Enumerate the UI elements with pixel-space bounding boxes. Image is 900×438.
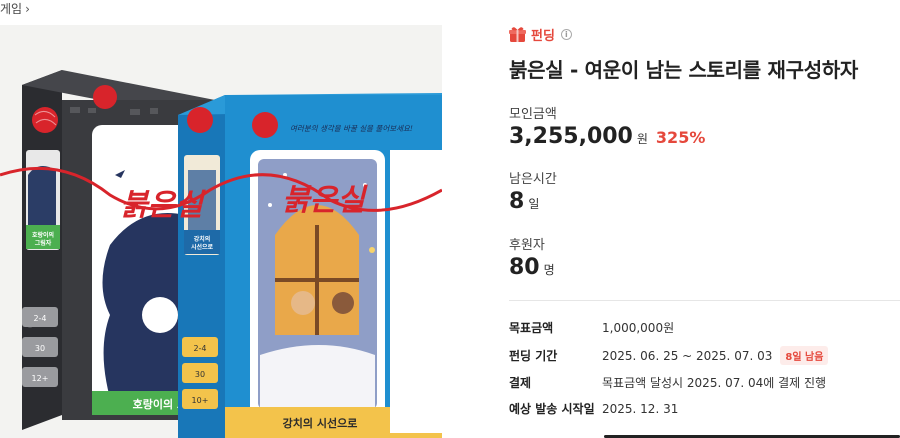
info-icon[interactable]: i xyxy=(560,29,572,40)
left-spine-tags: 2-4 30 12+ xyxy=(22,307,58,387)
box-title-art-right: 붉은실 xyxy=(282,183,368,218)
svg-text:그림자: 그림자 xyxy=(35,239,52,247)
raised-unit: 원 xyxy=(636,132,648,146)
product-image[interactable]: 호랑이의 그림자 2-4 30 12+ 호랑이의 그림자 강치의 시선으로 2-… xyxy=(0,25,442,438)
svg-text:30: 30 xyxy=(35,344,45,353)
detail-row-shipping: 예상 발송 시작일 2025. 12. 31 xyxy=(509,400,678,417)
box-title-art-left: 붉은실 xyxy=(120,188,206,223)
detail-row-payment: 결제 목표금액 달성시 2025. 07. 04에 결제 진행 xyxy=(509,374,826,391)
right-box-spine xyxy=(178,95,225,438)
detail-key: 결제 xyxy=(509,376,532,390)
remaining-label: 남은시간 xyxy=(509,172,557,187)
detail-row-goal: 목표금액 1,000,000원 xyxy=(509,319,674,336)
detail-value: 2025. 06. 25 ~ 2025. 07. 03 xyxy=(602,348,773,363)
right-yarn-icon xyxy=(187,107,213,133)
days-left-chip: 8일 남음 xyxy=(780,346,829,365)
svg-text:12+: 12+ xyxy=(32,374,49,383)
handwriting-text: 여러분의 생각을 바꿀 실을 풀어보세요! xyxy=(290,124,413,133)
page-title: 붉은실 - 여운이 남는 스토리를 재구성하자 xyxy=(509,58,859,82)
backers-label: 후원자 xyxy=(509,238,545,253)
remaining-value: 8 xyxy=(509,189,525,214)
breadcrumb-label: 게임 xyxy=(0,2,23,16)
backers-unit: 명 xyxy=(543,263,555,277)
detail-key: 예상 발송 시작일 xyxy=(509,402,595,416)
character-left xyxy=(291,291,315,315)
detail-value: 1,000,000원 xyxy=(602,321,675,335)
right-spine-tags: 2-4 30 10+ xyxy=(182,337,218,409)
divider xyxy=(509,300,900,301)
backers-value: 80 xyxy=(509,255,540,280)
detail-key: 목표금액 xyxy=(509,321,554,335)
raised-label: 모인금액 xyxy=(509,107,557,122)
funding-badge: 펀딩 i xyxy=(509,25,572,44)
funding-badge-label: 펀딩 xyxy=(531,29,555,44)
remaining-time: 8 일 xyxy=(509,189,539,214)
chevron-right-icon: › xyxy=(25,1,30,16)
svg-text:2-4: 2-4 xyxy=(33,314,46,323)
backers-count: 80 명 xyxy=(509,255,555,280)
remaining-unit: 일 xyxy=(528,197,540,211)
svg-text:강치의 시선으로: 강치의 시선으로 xyxy=(283,416,358,430)
character-right xyxy=(332,292,354,314)
gift-icon xyxy=(509,27,526,42)
svg-text:시선으로: 시선으로 xyxy=(191,243,214,251)
raised-amount: 3,255,000 원 325% xyxy=(509,124,705,149)
svg-text:2-4: 2-4 xyxy=(193,344,206,353)
detail-row-period: 펀딩 기간 2025. 06. 25 ~ 2025. 07. 03 8일 남음 xyxy=(509,346,829,365)
detail-key: 펀딩 기간 xyxy=(509,349,558,363)
percent-funded: 325% xyxy=(655,128,706,147)
left-yarn-icon xyxy=(32,107,58,133)
raised-value: 3,255,000 xyxy=(509,124,633,149)
svg-text:30: 30 xyxy=(195,370,205,379)
svg-text:호랑이의: 호랑이의 xyxy=(32,231,54,239)
product-box-illustration: 호랑이의 그림자 2-4 30 12+ 호랑이의 그림자 강치의 시선으로 2-… xyxy=(0,70,442,438)
breadcrumb[interactable]: 게임 › xyxy=(0,0,30,17)
detail-value: 2025. 12. 31 xyxy=(602,401,679,416)
svg-text:10+: 10+ xyxy=(192,396,209,405)
funding-info-panel: 펀딩 i 붉은실 - 여운이 남는 스토리를 재구성하자 모인금액 3,255,… xyxy=(509,0,900,438)
svg-text:강치의: 강치의 xyxy=(194,235,211,243)
detail-value: 목표금액 달성시 2025. 07. 04에 결제 진행 xyxy=(602,376,827,390)
